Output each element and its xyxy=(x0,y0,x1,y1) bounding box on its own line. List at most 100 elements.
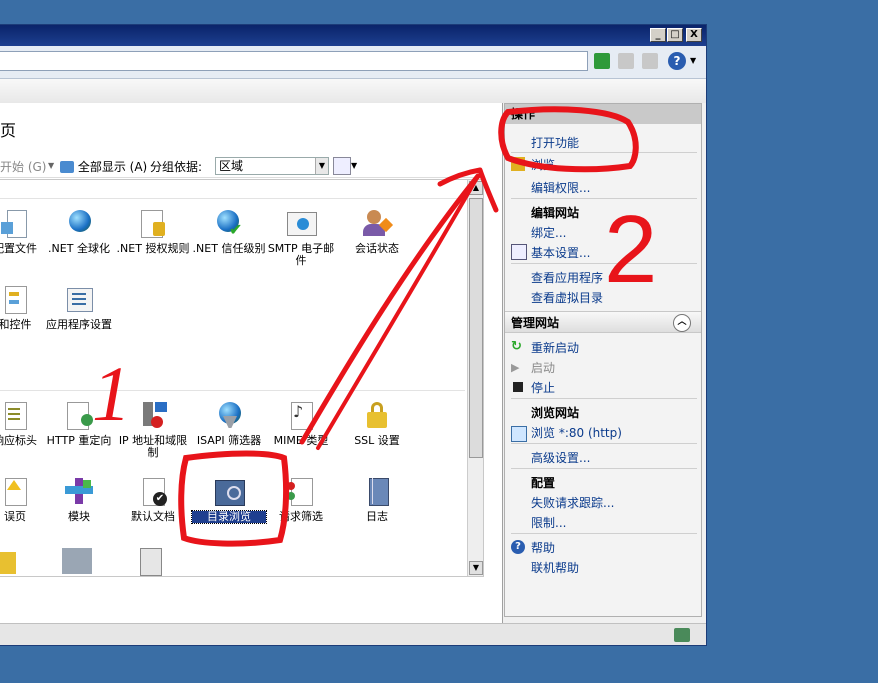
help-circle-icon: ? xyxy=(511,540,525,554)
smtp-email-icon xyxy=(285,208,317,240)
feature-net-trust[interactable]: ✔ .NET 信任级别 xyxy=(192,208,266,255)
config-title: 配置 xyxy=(531,476,556,490)
address-bar[interactable] xyxy=(0,51,588,71)
group-divider xyxy=(0,198,465,199)
collapse-icon[interactable]: ︿ xyxy=(673,314,691,332)
show-all-label: 全部显示 (A) xyxy=(77,160,148,174)
ssl-lock-icon xyxy=(361,400,393,432)
advanced-settings-link[interactable]: 高级设置... xyxy=(531,449,590,466)
view-applications-link[interactable]: 查看应用程序 xyxy=(531,269,603,286)
stop-icon[interactable] xyxy=(618,53,634,69)
group-by-select[interactable]: 区域 ▼ xyxy=(215,157,329,175)
feature-default-document[interactable]: ✔ 默认文档 xyxy=(116,476,190,523)
help-dropdown-icon[interactable]: ▼ xyxy=(690,56,696,65)
browse-port-link[interactable]: 浏览 *:80 (http) xyxy=(531,424,622,441)
feature-net-globalization[interactable]: .NET 全球化 xyxy=(42,208,116,255)
edit-site-title: 编辑网站 xyxy=(531,206,580,220)
basic-settings-link[interactable]: 基本设置... xyxy=(531,244,590,261)
feature-request-filtering[interactable]: 请求筛选 xyxy=(264,476,338,523)
feature-session-state[interactable]: 会话状态 xyxy=(340,208,414,255)
net-globalization-icon xyxy=(63,208,95,240)
separator xyxy=(511,443,697,444)
directory-browsing-icon xyxy=(213,476,245,508)
limits-link[interactable]: 限制... xyxy=(531,514,566,531)
network-status-icon xyxy=(674,628,690,642)
play-icon: ▶ xyxy=(511,361,520,374)
manage-site-title: 管理网站 xyxy=(511,316,560,330)
feature-view: 页 开始 (G) ▼ 全部显示 (A) 分组依据: 区域 ▼ ▼ 配置文件 .N… xyxy=(0,103,503,645)
restart-icon: ↻ xyxy=(511,339,522,354)
group-by-label: 分组依据: xyxy=(150,160,203,174)
actions-header: 操作 xyxy=(505,104,701,124)
start-dropdown-icon[interactable]: ▼ xyxy=(48,161,54,170)
separator xyxy=(511,263,697,264)
controls-icon xyxy=(0,284,31,316)
edit-permissions-link[interactable]: 编辑权限... xyxy=(531,179,590,196)
feature-app-settings[interactable]: 应用程序设置 xyxy=(42,284,116,331)
net-trust-icon: ✔ xyxy=(213,208,245,240)
separator xyxy=(511,468,697,469)
tool-icon xyxy=(140,548,162,576)
session-state-icon xyxy=(361,208,394,240)
default-document-icon: ✔ xyxy=(137,476,169,508)
scroll-up-icon[interactable]: ▲ xyxy=(469,181,483,195)
feature-logging[interactable]: 日志 xyxy=(340,476,414,523)
net-authorization-icon xyxy=(137,208,169,240)
feature-ssl-settings[interactable]: SSL 设置 xyxy=(340,400,414,447)
stop-link[interactable]: 停止 xyxy=(531,379,555,396)
separator xyxy=(511,398,697,399)
feature-directory-browsing[interactable]: 目录浏览 xyxy=(191,476,267,524)
lock-icon xyxy=(0,552,16,574)
feature-list[interactable]: 配置文件 .NET 全球化 .NET 授权规则 ✔.NET 信任级别 SMTP … xyxy=(0,179,484,577)
settings-icon xyxy=(511,244,527,260)
feature-isapi-filter[interactable]: ISAPI 筛选器 xyxy=(192,400,266,447)
menu-strip xyxy=(0,79,706,103)
scroll-down-icon[interactable]: ▼ xyxy=(469,561,483,575)
logging-icon xyxy=(361,476,393,508)
minimize-button[interactable]: _ xyxy=(650,28,666,42)
start-filter-button[interactable]: 开始 (G) xyxy=(0,158,46,175)
scroll-thumb[interactable] xyxy=(469,198,483,458)
view-icon[interactable] xyxy=(333,157,351,175)
feature-smtp-email[interactable]: SMTP 电子邮件 xyxy=(264,208,338,267)
feature-mime-type[interactable]: ♪ MIME 类型 xyxy=(264,400,338,447)
refresh-icon[interactable] xyxy=(594,53,610,69)
browser-icon xyxy=(511,426,527,442)
request-filtering-icon xyxy=(285,476,317,508)
start-link[interactable]: 启动 xyxy=(531,359,555,376)
modules-icon xyxy=(63,476,95,508)
feature-ip-restriction[interactable]: IP 地址和域限制 xyxy=(116,400,190,459)
bindings-link[interactable]: 绑定... xyxy=(531,224,566,241)
maximize-button[interactable]: □ xyxy=(667,28,683,42)
view-dropdown-icon[interactable]: ▼ xyxy=(351,161,357,170)
separator xyxy=(511,533,697,534)
help-link[interactable]: 帮助 xyxy=(531,539,555,556)
group-by-value: 区域 xyxy=(219,159,244,173)
app-settings-icon xyxy=(63,284,95,316)
help-icon[interactable]: ? xyxy=(668,52,686,70)
feature-http-redirect[interactable]: HTTP 重定向 xyxy=(42,400,116,447)
mime-type-icon: ♪ xyxy=(285,400,317,432)
restart-link[interactable]: 重新启动 xyxy=(531,339,579,356)
online-help-link[interactable]: 联机帮助 xyxy=(531,559,579,576)
feature-modules[interactable]: 模块 xyxy=(42,476,116,523)
page-title: 页 xyxy=(0,121,17,140)
failed-request-tracing-link[interactable]: 失败请求跟踪... xyxy=(531,494,614,511)
open-feature-link[interactable]: 打开功能 xyxy=(531,134,579,151)
folder-icon xyxy=(511,157,525,171)
feature-net-authorization[interactable]: .NET 授权规则 xyxy=(116,208,190,255)
show-all-button[interactable]: 全部显示 (A) xyxy=(60,158,147,175)
home-icon[interactable] xyxy=(642,53,658,69)
response-headers-icon xyxy=(0,400,31,432)
stop-square-icon xyxy=(513,382,523,392)
feature-list-scrollbar[interactable]: ▲ ▼ xyxy=(467,180,483,576)
close-button[interactable]: X xyxy=(686,28,702,42)
error-page-icon xyxy=(0,476,31,508)
explore-link[interactable]: 浏览 xyxy=(531,156,555,173)
isapi-filter-icon xyxy=(213,400,245,432)
title-bar[interactable]: _ □ X xyxy=(0,25,706,46)
actions-pane: 操作 打开功能 浏览 编辑权限... 编辑网站 绑定... 基本设置... 查看… xyxy=(504,103,702,617)
server-icon xyxy=(62,548,92,574)
manage-site-header[interactable]: 管理网站 ︿ xyxy=(505,311,701,333)
view-virtual-dirs-link[interactable]: 查看虚拟目录 xyxy=(531,289,603,306)
